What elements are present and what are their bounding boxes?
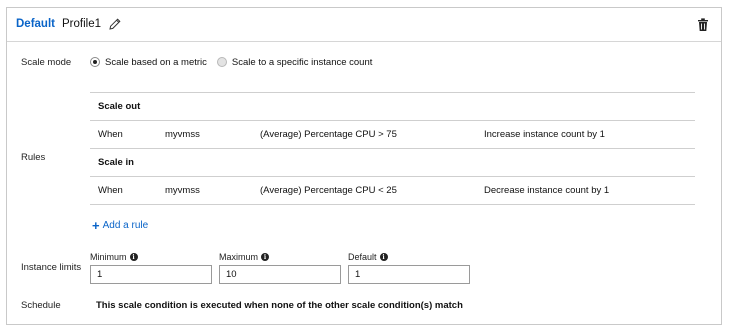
info-icon[interactable]: i <box>379 253 388 261</box>
default-input[interactable] <box>348 265 470 284</box>
default-label: Default <box>348 252 377 262</box>
add-rule-link[interactable]: + Add a rule <box>92 217 149 233</box>
profile-header: Default Profile1 <box>7 8 721 42</box>
rule-when: When <box>98 185 123 196</box>
rules-section-scale-out: Scale out <box>90 93 695 121</box>
pencil-icon[interactable] <box>108 17 122 31</box>
table-row[interactable]: When myvmss (Average) Percentage CPU > 7… <box>90 121 695 149</box>
scale-mode-radio-group: Scale based on a metric Scale to a speci… <box>90 55 382 69</box>
table-row[interactable]: When myvmss (Average) Percentage CPU < 2… <box>90 177 695 205</box>
add-rule-label: Add a rule <box>102 220 149 231</box>
minimum-field-group: Minimum i <box>90 251 212 284</box>
profile-name: Profile1 <box>62 18 101 30</box>
rule-resource: myvmss <box>165 185 200 196</box>
rule-action: Increase instance count by 1 <box>484 129 605 140</box>
scale-mode-label: Scale mode <box>21 57 72 68</box>
radio-selected-icon <box>90 57 100 67</box>
schedule-text: This scale condition is executed when no… <box>96 300 463 311</box>
default-field-group: Default i <box>348 251 470 284</box>
radio-unselected-icon <box>216 57 227 67</box>
profile-tag: Default <box>16 18 55 30</box>
plus-icon: + <box>92 217 100 233</box>
rules-section-scale-in: Scale in <box>90 149 695 177</box>
schedule-label: Schedule <box>21 300 61 311</box>
info-icon[interactable]: i <box>261 253 270 261</box>
rule-resource: myvmss <box>165 129 200 140</box>
trash-icon[interactable] <box>697 18 709 32</box>
minimum-label: Minimum <box>90 252 127 262</box>
rule-condition: (Average) Percentage CPU < 25 <box>260 185 397 196</box>
rules-label: Rules <box>21 152 46 163</box>
radio-scale-metric[interactable]: Scale based on a metric <box>90 57 207 68</box>
info-icon[interactable]: i <box>129 253 138 261</box>
instance-limits-label: Instance limits <box>21 262 82 273</box>
radio-scale-instance-count[interactable]: Scale to a specific instance count <box>216 56 373 68</box>
maximum-label: Maximum <box>219 252 259 262</box>
rule-action: Decrease instance count by 1 <box>484 185 610 196</box>
rule-when: When <box>98 129 123 140</box>
minimum-input[interactable] <box>90 265 212 284</box>
maximum-input[interactable] <box>219 265 341 284</box>
rule-condition: (Average) Percentage CPU > 75 <box>260 129 397 140</box>
maximum-field-group: Maximum i <box>219 251 341 284</box>
radio-scale-metric-label: Scale based on a metric <box>105 56 207 68</box>
radio-scale-instance-count-label: Scale to a specific instance count <box>231 56 373 68</box>
section-title: Scale in <box>98 157 134 168</box>
profile-panel: Default Profile1 Scale mode Scale based … <box>6 7 722 325</box>
section-title: Scale out <box>98 101 141 112</box>
rules-table: Scale out When myvmss (Average) Percenta… <box>90 92 695 205</box>
